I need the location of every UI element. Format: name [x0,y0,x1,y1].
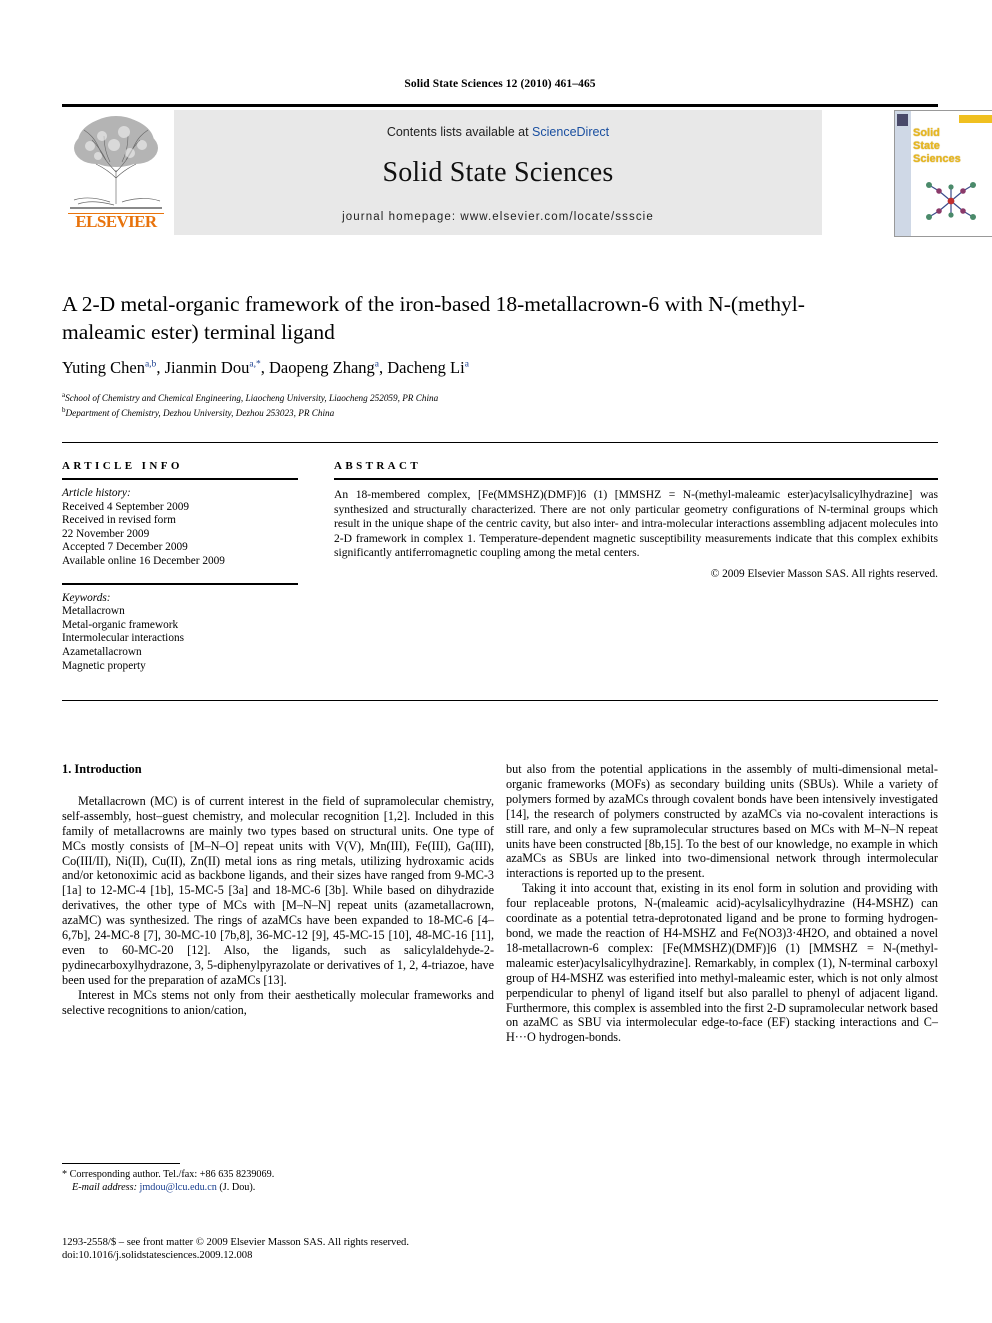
journal-homepage[interactable]: journal homepage: www.elsevier.com/locat… [174,211,822,223]
author-affil-mark: a [374,359,380,370]
elsevier-logo: ELSEVIER [62,110,170,235]
molecule-icon [926,182,976,220]
running-head: Solid State Sciences 12 (2010) 461–465 [404,78,596,90]
cover-title-line-3: Sciences [913,153,961,165]
sciencedirect-link[interactable]: ScienceDirect [532,125,609,139]
paragraph: Taking it into account that, existing in… [506,881,938,1045]
keywords-label: Keywords: [62,591,111,604]
author-affil-mark: a,* [249,359,261,370]
keywords-block: Keywords: Metallacrown Metal-organic fra… [62,592,302,674]
article-history-item: Available online 16 December 2009 [62,554,225,567]
article-info-column: ARTICLE INFO Article history: Received 4… [62,460,302,673]
keyword-item: Intermolecular interactions [62,632,185,645]
abstract-text: An 18-membered complex, [Fe(MMSHZ)(DMF)]… [334,488,938,560]
masthead-center-panel: Contents lists available at ScienceDirec… [174,110,822,235]
footer-block: 1293-2558/$ – see front matter © 2009 El… [62,1236,532,1262]
author-affil-mark: a [464,359,469,370]
issn-line: 1293-2558/$ – see front matter © 2009 El… [62,1237,409,1248]
email-link[interactable]: jmdou@lcu.edu.cn [140,1182,217,1193]
body-column-left: 1. Introduction Metallacrown (MC) is of … [62,762,494,1018]
body-column-right: but also from the potential applications… [506,762,938,1045]
keyword-item: Azametallacrown [62,645,142,658]
info-band-bottom-rule [62,700,938,701]
keyword-item: Metallacrown [62,605,125,618]
abstract-rule [334,478,938,480]
cover-banner-tag [959,115,992,123]
paragraph: but also from the potential applications… [506,762,938,881]
cover-left-band [895,111,911,236]
abstract-heading: ABSTRACT [334,460,422,472]
paper-page: Solid State Sciences 12 (2010) 461–465 E… [0,0,992,1323]
author-name: Daopeng Zhang [268,358,375,377]
author-name: Dacheng Li [387,358,465,377]
article-history-block: Article history: Received 4 September 20… [62,487,302,569]
page-title: A 2-D metal-organic framework of the iro… [62,292,805,344]
article-info-heading: ARTICLE INFO [62,460,183,472]
keywords-rule [62,582,298,585]
cover-title-block: Solid State Sciences [913,127,961,166]
paragraph: Metallacrown (MC) is of current interest… [62,793,494,987]
email-note: E-mail address: jmdou@lcu.edu.cn (J. Dou… [62,1181,494,1194]
author-name: Yuting Chen [62,358,145,377]
article-history-item: Accepted 7 December 2009 [62,541,188,554]
author-name: Jianmin Dou [164,358,250,377]
email-suffix: (J. Dou). [219,1182,256,1193]
journal-cover-thumbnail: Solid State Sciences [894,110,992,237]
abstract-column: ABSTRACT An 18-membered complex, [Fe(MMS… [334,460,938,580]
masthead-top-rule [62,104,938,107]
article-history-item: Received 4 September 2009 [62,500,190,513]
author-list: Yuting Chena,b, Jianmin Doua,*, Daopeng … [62,358,469,377]
footnote-rule [62,1163,180,1164]
affiliation-list: aSchool of Chemistry and Chemical Engine… [62,389,762,419]
abstract-copyright: © 2009 Elsevier Masson SAS. All rights r… [710,567,938,580]
affiliation-item: bDepartment of Chemistry, Dezhou Univers… [62,404,762,419]
article-history-item: Received in revised form [62,514,176,527]
elsevier-tree-icon [70,116,162,209]
info-band-top-rule [62,442,938,443]
cover-title-line-2: State [913,140,940,152]
cover-emblem-icon [897,114,908,126]
section-heading-introduction: 1. Introduction [62,762,142,776]
affiliation-item: aSchool of Chemistry and Chemical Engine… [62,389,762,404]
article-history-label: Article history: [62,487,131,499]
keyword-item: Metal-organic framework [62,618,179,631]
molecule-center-atom [947,197,955,205]
journal-title: Solid State Sciences [382,157,614,188]
affiliation-text: School of Chemistry and Chemical Enginee… [65,393,439,404]
footnote-block: * Corresponding author. Tel./fax: +86 63… [62,1168,494,1194]
keyword-item: Magnetic property [62,659,146,672]
doi-line[interactable]: doi:10.1016/j.solidstatesciences.2009.12… [62,1249,532,1262]
email-label: E-mail address: [72,1182,137,1193]
cover-title-line-1: Solid [913,127,940,139]
elsevier-wordmark: ELSEVIER [75,212,157,231]
article-info-rule [62,478,298,480]
affiliation-text: Department of Chemistry, Dezhou Universi… [65,408,335,419]
paragraph: Interest in MCs stems not only from thei… [62,987,494,1017]
corresponding-author-note: * Corresponding author. Tel./fax: +86 63… [62,1169,275,1180]
author-affil-mark: a,b [144,359,157,370]
contents-prefix: Contents lists available at [386,125,533,139]
contents-available-line: Contents lists available at ScienceDirec… [174,125,822,139]
article-history-item: 22 November 2009 [62,527,150,540]
journal-masthead: ELSEVIER Contents lists available at Sci… [62,110,992,237]
